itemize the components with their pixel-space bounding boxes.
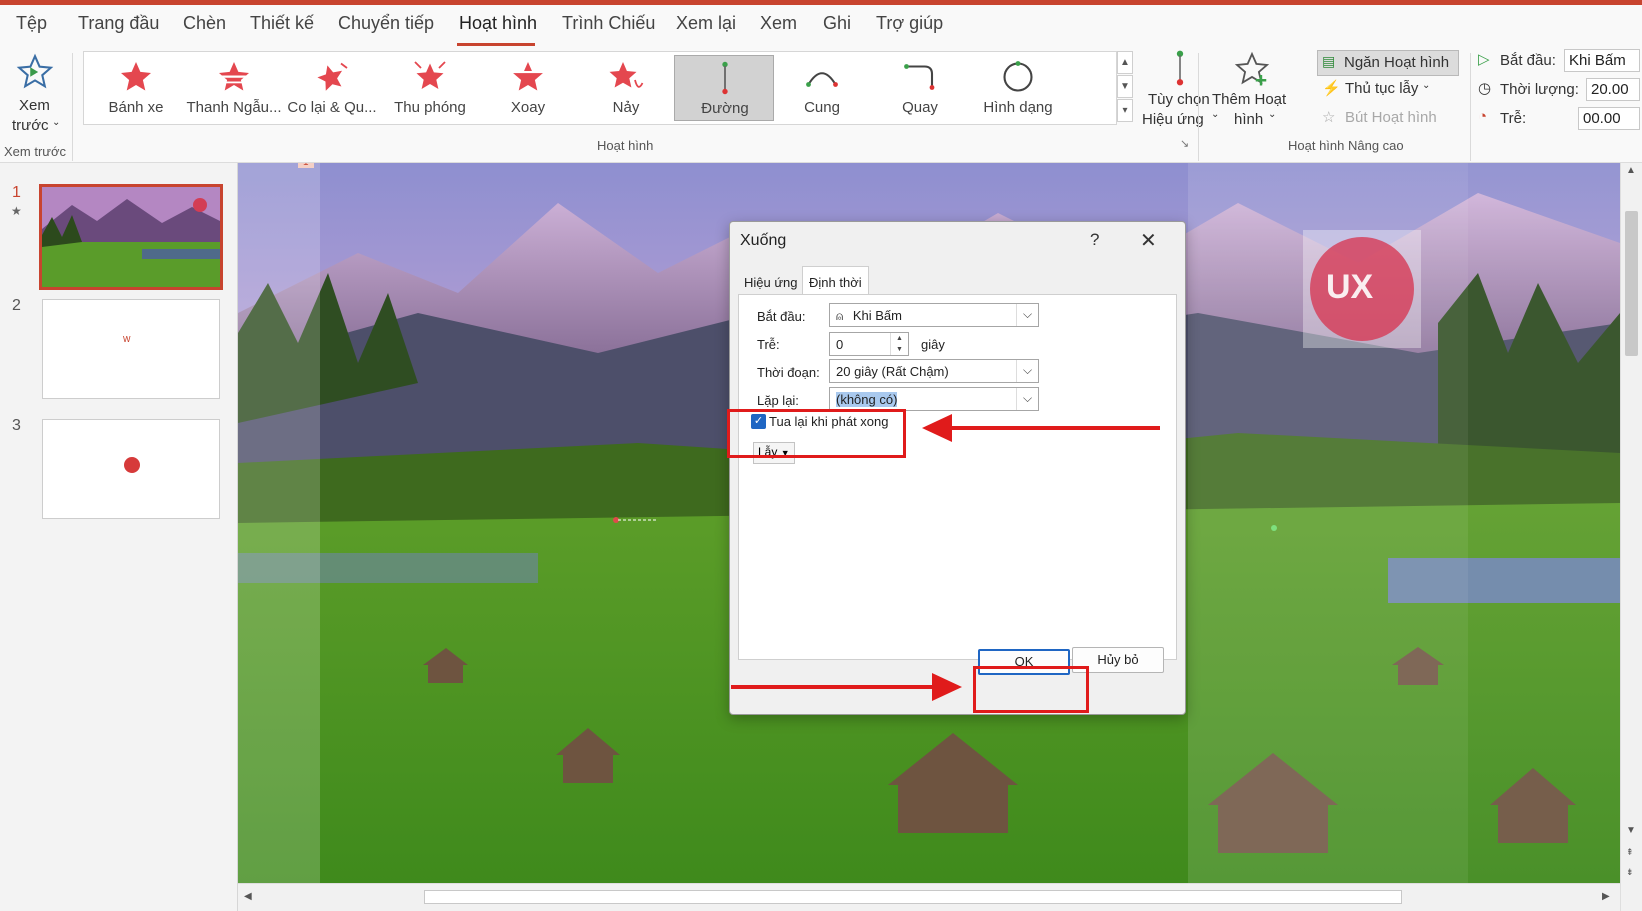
arrow-head-icon <box>932 673 962 701</box>
powerpoint-window: Tệp Trang đầu Chèn Thiết kế Chuyển tiếp … <box>0 0 1642 911</box>
annotation-arrows <box>731 414 1160 701</box>
arrow-head-icon <box>922 414 952 442</box>
